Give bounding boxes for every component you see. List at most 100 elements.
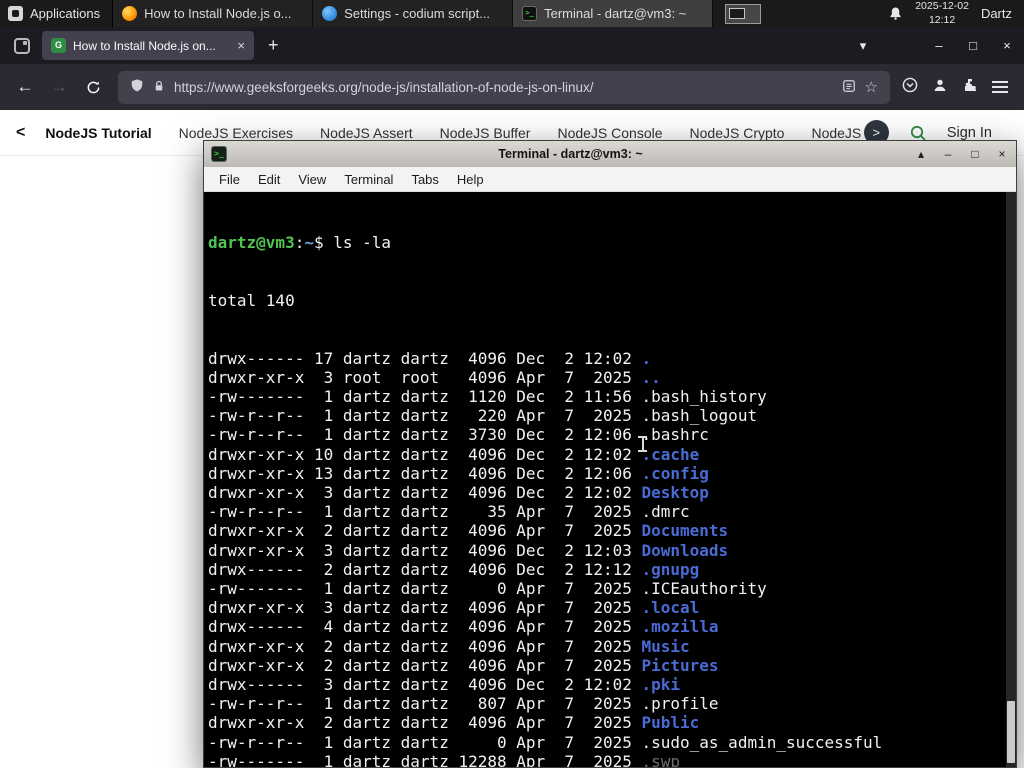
taskbar-window-title: How to Install Node.js o...: [144, 6, 292, 21]
site-nav-link[interactable]: NodeJS Assert: [320, 125, 413, 141]
site-nav-link[interactable]: NodeJS Buffer: [440, 125, 531, 141]
terminal-minimize-button[interactable]: –: [941, 147, 955, 161]
site-nav-links: NodeJS Tutorial NodeJS Exercises NodeJS As…: [45, 125, 880, 141]
tab-close-icon[interactable]: ×: [237, 38, 245, 53]
terminal-menu-tabs[interactable]: Tabs: [402, 169, 447, 190]
ls-filename: .profile: [641, 694, 719, 714]
terminal-output-area[interactable]: dartz@vm3:~$ ls -la total 140 drwx------ …: [204, 192, 1016, 767]
ls-filename: .mozilla: [641, 617, 719, 637]
nav-scroll-left-icon[interactable]: <: [16, 124, 25, 142]
terminal-menu-help[interactable]: Help: [448, 169, 493, 190]
terminal-scrollbar[interactable]: [1006, 192, 1016, 767]
ls-filename: .dmrc: [641, 502, 690, 522]
firefox-icon: [122, 6, 138, 21]
tab-title: How to Install Node.js on...: [73, 38, 216, 53]
terminal-window-title: Terminal - dartz@vm3: ~: [498, 147, 643, 161]
terminal-menu-edit[interactable]: Edit: [249, 169, 289, 190]
maximize-button[interactable]: □: [956, 38, 990, 53]
user-menu[interactable]: Dartz: [981, 6, 1012, 21]
prompt-symbol: $: [313, 233, 324, 253]
shade-button[interactable]: ▴: [914, 147, 928, 161]
terminal-maximize-button[interactable]: □: [968, 147, 982, 161]
ls-output-line: drwxr-xr-x 2 dartz dartz 4096 Apr 7 2025…: [208, 521, 1004, 540]
url-text[interactable]: https://www.geeksforgeeks.org/node-js/in…: [174, 80, 833, 95]
reload-button[interactable]: [76, 70, 110, 104]
ls-output-line: -rw------- 1 dartz dartz 12288 Apr 7 202…: [208, 752, 1004, 767]
terminal-close-button[interactable]: ×: [995, 147, 1009, 161]
ls-meta: drwxr-xr-x 2 dartz dartz 4096 Apr 7 2025: [208, 636, 642, 656]
minimize-button[interactable]: –: [922, 38, 956, 53]
ls-meta: -rw-r--r-- 1 dartz dartz 3730 Dec 2 12:0…: [208, 425, 642, 445]
workspace-window-icon: [729, 7, 746, 19]
site-search-icon[interactable]: [909, 124, 927, 142]
taskbar-window-button[interactable]: >_ Terminal - dartz@vm3: ~: [513, 0, 714, 27]
back-button[interactable]: ←: [8, 70, 42, 104]
ls-output-line: drwxr-xr-x 3 dartz dartz 4096 Dec 2 12:0…: [208, 483, 1004, 502]
prompt-line: dartz@vm3:~$ ls -la: [208, 233, 1004, 252]
ls-filename: .bash_logout: [641, 406, 758, 426]
browser-toolbar: ← → https://www.geeksforgeeks.org/node-j…: [0, 64, 1024, 110]
firefox-view-icon[interactable]: [14, 37, 30, 54]
terminal-menu-view[interactable]: View: [289, 169, 335, 190]
ls-output-line: -rw------- 1 dartz dartz 1120 Dec 2 11:5…: [208, 387, 1004, 406]
pocket-icon[interactable]: [902, 77, 918, 98]
workspace-switcher[interactable]: [725, 3, 762, 24]
site-nav-link[interactable]: NodeJS Console: [557, 125, 662, 141]
ls-filename: .config: [641, 463, 709, 483]
taskbar-window-button[interactable]: Settings - codium script...: [313, 0, 514, 27]
url-bar[interactable]: https://www.geeksforgeeks.org/node-js/in…: [118, 70, 890, 104]
site-nav-link[interactable]: NodeJS Exercises: [179, 125, 293, 141]
ls-meta: drwxr-xr-x 2 dartz dartz 4096 Apr 7 2025: [208, 521, 642, 541]
ls-filename: Desktop: [641, 483, 709, 503]
applications-menu[interactable]: Applications: [0, 0, 114, 27]
browser-tab[interactable]: G How to Install Node.js on... ×: [42, 31, 254, 60]
ls-filename: Pictures: [641, 655, 719, 675]
ls-filename: .pki: [641, 675, 681, 695]
ls-meta: -rw-r--r-- 1 dartz dartz 0 Apr 7 2025: [208, 732, 642, 752]
ls-output-line: -rw------- 1 dartz dartz 0 Apr 7 2025 .I…: [208, 579, 1004, 598]
ls-output-line: drwx------ 3 dartz dartz 4096 Dec 2 12:0…: [208, 675, 1004, 694]
applications-menu-label: Applications: [30, 6, 101, 21]
terminal-menu-file[interactable]: File: [210, 169, 249, 190]
applications-menu-icon: [8, 6, 23, 21]
ls-output-line: -rw-r--r-- 1 dartz dartz 220 Apr 7 2025 …: [208, 406, 1004, 425]
terminal-window-icon: >_: [211, 146, 227, 162]
ls-output-line: -rw-r--r-- 1 dartz dartz 3730 Dec 2 12:0…: [208, 425, 1004, 444]
forward-button[interactable]: →: [42, 70, 76, 104]
ls-output-line: drwx------ 17 dartz dartz 4096 Dec 2 12:…: [208, 349, 1004, 368]
ls-filename: ..: [641, 367, 661, 387]
ls-meta: drwxr-xr-x 2 dartz dartz 4096 Apr 7 2025: [208, 713, 642, 733]
terminal-scrollbar-thumb[interactable]: [1007, 701, 1015, 763]
ls-meta: -rw------- 1 dartz dartz 12288 Apr 7 202…: [208, 751, 642, 767]
terminal-menu-terminal[interactable]: Terminal: [335, 169, 402, 190]
taskbar-window-title: Terminal - dartz@vm3: ~: [544, 6, 687, 21]
lock-icon[interactable]: [153, 79, 165, 96]
ls-output-line: drwxr-xr-x 2 dartz dartz 4096 Apr 7 2025…: [208, 637, 1004, 656]
menu-icon[interactable]: [992, 81, 1008, 93]
terminal-titlebar[interactable]: >_ Terminal - dartz@vm3: ~ ▴ – □ ×: [204, 141, 1016, 167]
bookmark-star-icon[interactable]: ☆: [865, 78, 878, 96]
ls-output: drwx------ 17 dartz dartz 4096 Dec 2 12:…: [208, 349, 1004, 767]
taskbar-window-button[interactable]: How to Install Node.js o...: [113, 0, 314, 27]
extensions-icon[interactable]: [962, 77, 978, 98]
terminal-window: >_ Terminal - dartz@vm3: ~ ▴ – □ × File E…: [203, 140, 1017, 768]
terminal-menubar: File Edit View Terminal Tabs Help: [204, 167, 1016, 192]
account-icon[interactable]: [932, 77, 948, 98]
list-tabs-icon[interactable]: ▾: [846, 38, 880, 54]
ls-meta: drwxr-xr-x 3 dartz dartz 4096 Apr 7 2025: [208, 598, 642, 618]
ls-output-line: drwxr-xr-x 3 root root 4096 Apr 7 2025 .…: [208, 368, 1004, 387]
notifications-bell-icon[interactable]: [888, 6, 903, 21]
ls-filename: .ICEauthority: [641, 579, 767, 599]
reader-mode-icon[interactable]: [842, 79, 856, 96]
window-controls: ▾ – □ ×: [846, 38, 1024, 54]
close-button[interactable]: ×: [990, 38, 1024, 53]
tracking-shield-icon[interactable]: [130, 78, 144, 96]
sign-in-button[interactable]: Sign In: [947, 125, 992, 141]
new-tab-button[interactable]: +: [268, 35, 279, 56]
toolbar-extensions-area: [902, 77, 1008, 98]
ls-meta: -rw------- 1 dartz dartz 0 Apr 7 2025: [208, 579, 642, 599]
site-nav-link[interactable]: NodeJS Tutorial: [45, 125, 151, 141]
site-nav-link[interactable]: NodeJS Crypto: [690, 125, 785, 141]
ls-filename: .bash_history: [641, 387, 767, 407]
clock[interactable]: 2025-12-02 12:12: [915, 0, 969, 26]
